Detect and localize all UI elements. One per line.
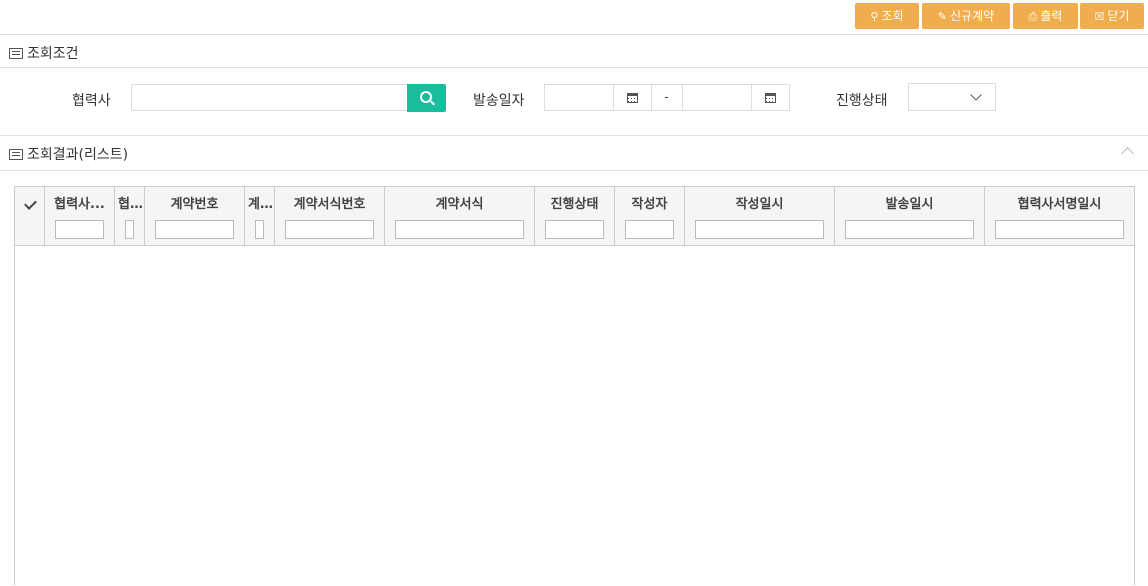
partner-label: 협력사	[72, 93, 111, 109]
column-filter-input[interactable]	[155, 220, 234, 239]
edit-icon: ✎	[937, 10, 948, 23]
grid-column[interactable]: 계약서식번호	[275, 187, 385, 245]
print-button[interactable]: ⎙ 출력	[1013, 3, 1078, 29]
grid-column[interactable]: 발송일시	[835, 187, 985, 245]
search-icon	[420, 91, 432, 103]
search-section-title: 조회조건	[27, 46, 79, 62]
check-icon	[24, 197, 37, 210]
partner-search-button[interactable]	[407, 84, 446, 112]
grid-column[interactable]: 협...	[115, 187, 145, 245]
result-section-header: 조회결과(리스트)	[0, 135, 1148, 171]
search-icon: ⚲	[870, 10, 879, 23]
grid-column[interactable]: 진행상태	[535, 187, 615, 245]
grid-header: 협력사... 협... 계약번호 계... 계약서식번호 계약서식 진행상태 작…	[15, 187, 1134, 246]
date-from-calendar-button[interactable]	[613, 84, 652, 111]
date-to-calendar-button[interactable]	[751, 84, 790, 111]
grid-column[interactable]: 계약번호	[145, 187, 245, 245]
status-select[interactable]	[908, 83, 996, 111]
list-icon	[9, 148, 23, 160]
column-filter-input[interactable]	[695, 220, 824, 239]
chevron-down-icon	[970, 89, 982, 101]
grid-column[interactable]: 작성자	[615, 187, 685, 245]
column-filter-input[interactable]	[125, 220, 134, 239]
print-icon: ⎙	[1028, 10, 1038, 23]
column-filter-input[interactable]	[55, 220, 104, 239]
new-contract-button[interactable]: ✎ 신규계약	[922, 3, 1010, 29]
grid-body	[15, 246, 1134, 586]
column-filter-input[interactable]	[285, 220, 374, 239]
close-icon: ☒	[1094, 10, 1105, 23]
search-button[interactable]: ⚲ 조회	[855, 3, 919, 29]
column-filter-input[interactable]	[625, 220, 674, 239]
date-from-input[interactable]	[544, 84, 614, 111]
grid-column[interactable]: 작성일시	[685, 187, 835, 245]
grid-column[interactable]: 협력사서명일시	[985, 187, 1134, 245]
search-section-header: 조회조건	[0, 35, 1148, 68]
partner-input[interactable]	[131, 84, 408, 111]
list-icon	[9, 47, 23, 59]
send-date-label: 발송일자	[473, 93, 525, 109]
grid-column[interactable]: 계...	[245, 187, 275, 245]
result-grid: 협력사... 협... 계약번호 계... 계약서식번호 계약서식 진행상태 작…	[14, 186, 1135, 585]
column-filter-input[interactable]	[995, 220, 1124, 239]
result-section-title: 조회결과(리스트)	[27, 147, 129, 163]
date-separator: -	[651, 84, 682, 111]
date-to-input[interactable]	[682, 84, 752, 111]
status-label: 진행상태	[836, 93, 888, 109]
column-filter-input[interactable]	[845, 220, 974, 239]
column-filter-input[interactable]	[545, 220, 604, 239]
calendar-icon	[626, 92, 638, 103]
select-all-column[interactable]	[15, 187, 45, 245]
calendar-icon	[764, 92, 776, 103]
column-filter-input[interactable]	[255, 220, 264, 239]
grid-column[interactable]: 협력사...	[45, 187, 115, 245]
grid-column[interactable]: 계약서식	[385, 187, 535, 245]
top-toolbar: ⚲ 조회 ✎ 신규계약 ⎙ 출력 ☒ 닫기	[0, 0, 1148, 35]
column-filter-input[interactable]	[395, 220, 524, 239]
close-button[interactable]: ☒ 닫기	[1080, 3, 1144, 29]
